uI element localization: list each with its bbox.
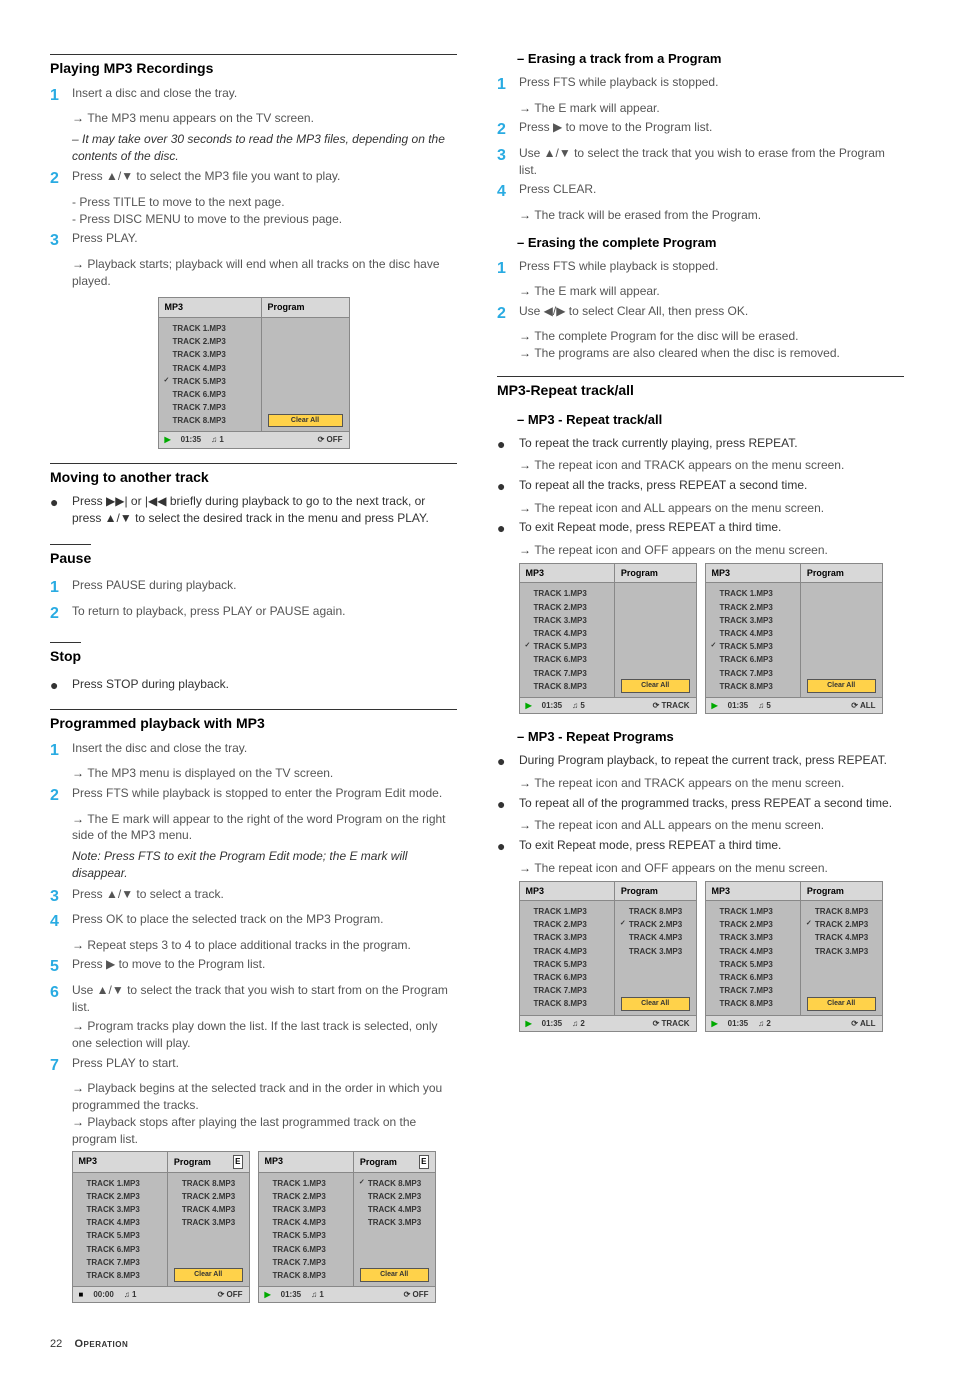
sub-line: - Press TITLE to move to the next page. [72,194,457,211]
bullet-dot: ● [50,493,72,513]
left-column: Playing MP3 Recordings 1Insert a disc an… [50,40,457,1307]
mp3-panel: MP3Program TRACK 1.MP3 TRACK 2.MP3 TRACK… [519,563,697,714]
page-footer: 22 Operation [50,1337,904,1352]
mp3-panel: MP3ProgramE TRACK 1.MP3 TRACK 2.MP3 TRAC… [72,1151,250,1303]
note: – It may take over 30 seconds to read th… [72,131,457,165]
heading-repeat: MP3-Repeat track/all [497,376,904,401]
heading-repeat-track: – MP3 - Repeat track/all [517,411,904,429]
heading-stop: Stop [50,642,81,667]
heading-programmed: Programmed playback with MP3 [50,709,457,734]
play-icon: ▶ [265,1289,271,1300]
step-num: 3 [50,230,72,252]
mp3-panel: MP3ProgramE TRACK 1.MP3 TRACK 2.MP3 TRAC… [258,1151,436,1303]
heading-moving: Moving to another track [50,463,457,488]
heading-repeat-programs: – MP3 - Repeat Programs [517,728,904,746]
mp3-panel: MP3Program TRACK 1.MP3 TRACK 2.MP3 TRACK… [705,563,883,714]
step-body: Press PLAY. [72,230,457,247]
result-line: Playback starts; playback will end when … [72,256,457,290]
heading-erase-all: – Erasing the complete Program [517,234,904,252]
right-column: – Erasing a track from a Program 1Press … [497,40,904,1307]
page-number: 22 [50,1338,62,1350]
step-num: 1 [50,85,72,107]
step-body: Press ▲/▼ to select the MP3 file you wan… [72,168,457,185]
clear-all-button: Clear All [268,414,343,428]
edit-mark-icon: E [419,1155,428,1168]
mp3-panel: MP3Program TRACK 1.MP3 TRACK 2.MP3 TRACK… [158,297,350,448]
mp3-panel: MP3Program TRACK 1.MP3 TRACK 2.MP3 TRACK… [519,881,697,1032]
play-icon: ▶ [165,434,171,445]
bullet-body: Press ▶▶| or |◀◀ briefly during playback… [72,493,457,527]
stop-icon: ■ [79,1289,84,1300]
heading-playing: Playing MP3 Recordings [50,54,457,79]
heading-pause: Pause [50,544,91,569]
step-body: Insert a disc and close the tray. [72,85,457,102]
mp3-panel: MP3Program TRACK 1.MP3 TRACK 2.MP3 TRACK… [705,881,883,1032]
edit-mark-icon: E [233,1155,242,1168]
section-title: Operation [74,1338,128,1350]
step-num: 2 [50,168,72,190]
result-line: The MP3 menu appears on the TV screen. [72,110,457,127]
sub-line: - Press DISC MENU to move to the previou… [72,211,457,228]
heading-erase-track: – Erasing a track from a Program [517,50,904,68]
